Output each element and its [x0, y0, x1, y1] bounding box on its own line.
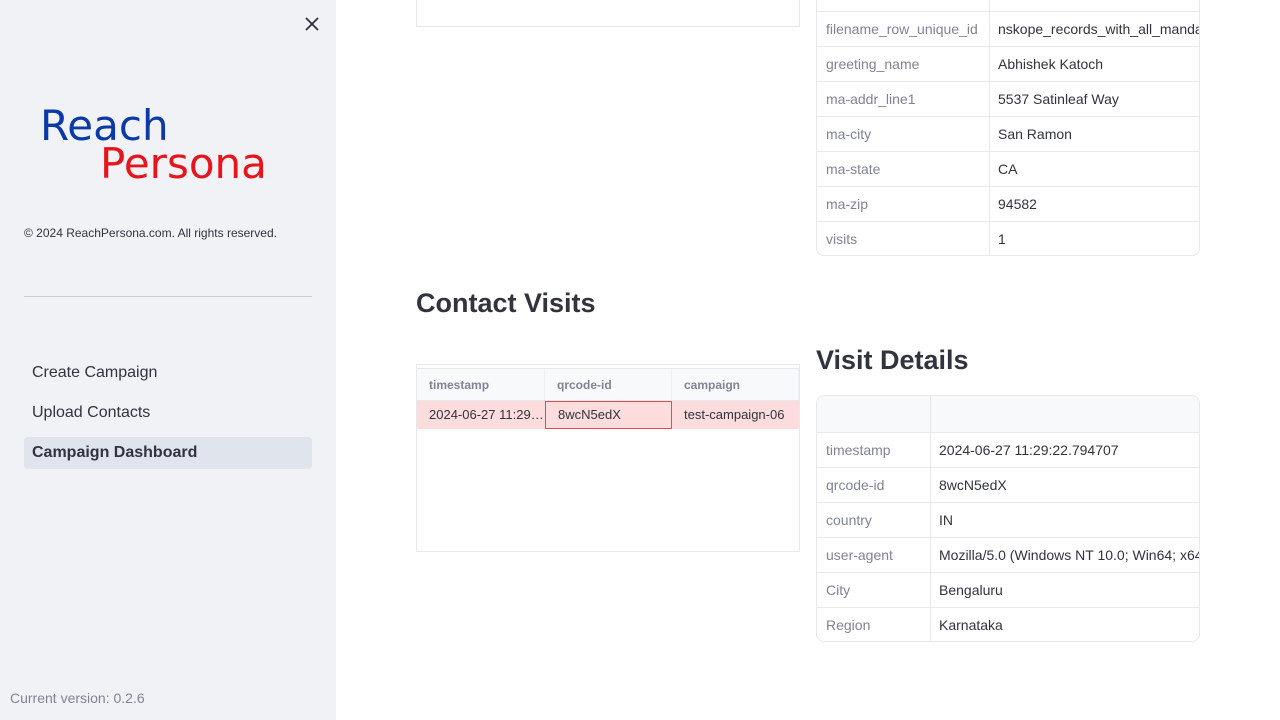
- close-icon: [305, 17, 319, 31]
- visit-details-table: timestamp 2024-06-27 11:29:22.794707 qrc…: [816, 395, 1200, 642]
- table-row: ma-state CA: [817, 151, 1199, 186]
- visit-details-heading: Visit Details: [816, 345, 969, 375]
- row-key: qrcode-id: [817, 468, 931, 502]
- logo-persona-text: Persona: [100, 139, 267, 184]
- row-key: visits: [817, 222, 990, 255]
- row-value: 94582: [998, 196, 1037, 212]
- row-key: ma-state: [817, 152, 990, 186]
- row-key: ma-city: [817, 117, 990, 151]
- contact-grid-bottom: [416, 0, 800, 27]
- row-key: City: [817, 573, 931, 607]
- table-row[interactable]: 2024-06-27 11:29:22.794707 8wcN5edX test…: [417, 401, 799, 429]
- row-value: IN: [939, 512, 953, 528]
- grid-header: timestamp qrcode-id campaign: [417, 369, 799, 401]
- row-value: Karnataka: [939, 617, 1003, 633]
- row-value: 2024-06-27 11:29:22.794707: [939, 442, 1119, 458]
- table-row: [817, 0, 1199, 11]
- table-row: ma-city San Ramon: [817, 116, 1199, 151]
- cell-qrcode-id[interactable]: 8wcN5edX: [545, 401, 672, 429]
- row-value: 5537 Satinleaf Way: [998, 91, 1119, 107]
- cell-timestamp[interactable]: 2024-06-27 11:29:22.794707: [417, 401, 545, 429]
- row-key: filename_row_unique_id: [817, 12, 990, 46]
- copyright-text: © 2024 ReachPersona.com. All rights rese…: [24, 226, 277, 240]
- row-key: Region: [817, 608, 931, 641]
- nav-item-campaign-dashboard[interactable]: Campaign Dashboard: [24, 437, 312, 469]
- table-row: greeting_name Abhishek Katoch: [817, 46, 1199, 81]
- row-value: 1: [998, 231, 1006, 247]
- row-key: country: [817, 503, 931, 537]
- column-header-timestamp[interactable]: timestamp: [417, 369, 545, 400]
- row-value: nskope_records_with_all_mandatory: [998, 21, 1199, 37]
- row-value: San Ramon: [998, 126, 1072, 142]
- column-header-campaign[interactable]: campaign: [672, 369, 799, 400]
- reachpersona-logo: Reach Persona: [38, 101, 300, 188]
- row-key: user-agent: [817, 538, 931, 572]
- nav-item-create-campaign[interactable]: Create Campaign: [24, 357, 312, 389]
- contact-visits-grid[interactable]: timestamp qrcode-id campaign 2024-06-27 …: [416, 364, 800, 552]
- sidebar-divider: [24, 296, 312, 297]
- row-key: timestamp: [817, 433, 931, 467]
- row-value: Abhishek Katoch: [998, 56, 1104, 72]
- row-value: 8wcN5edX: [939, 477, 1007, 493]
- row-key: greeting_name: [817, 47, 990, 81]
- close-sidebar-button[interactable]: [300, 12, 324, 36]
- contact-details-table: filename_row_unique_id nskope_records_wi…: [816, 0, 1200, 256]
- row-value: Mozilla/5.0 (Windows NT 10.0; Win64; x64…: [939, 547, 1199, 563]
- row-value: Bengaluru: [939, 582, 1003, 598]
- sidebar: Reach Persona © 2024 ReachPersona.com. A…: [0, 0, 336, 720]
- table-row: visits 1: [817, 221, 1199, 255]
- table-row: City Bengaluru: [817, 572, 1199, 607]
- nav-item-upload-contacts[interactable]: Upload Contacts: [24, 397, 312, 429]
- table-row: user-agent Mozilla/5.0 (Windows NT 10.0;…: [817, 537, 1199, 572]
- table-row: ma-addr_line1 5537 Satinleaf Way: [817, 81, 1199, 116]
- table-row: qrcode-id 8wcN5edX: [817, 467, 1199, 502]
- table-row: country IN: [817, 502, 1199, 537]
- table-header: [817, 396, 1199, 432]
- sidebar-nav: Create Campaign Upload Contacts Campaign…: [24, 357, 312, 477]
- table-row: filename_row_unique_id nskope_records_wi…: [817, 11, 1199, 46]
- row-key: ma-addr_line1: [817, 82, 990, 116]
- contact-visits-heading: Contact Visits: [416, 288, 596, 318]
- cell-campaign[interactable]: test-campaign-06: [672, 401, 799, 429]
- table-row: ma-zip 94582: [817, 186, 1199, 221]
- column-header-qrcode-id[interactable]: qrcode-id: [545, 369, 672, 400]
- version-text: Current version: 0.2.6: [10, 690, 145, 706]
- table-row: timestamp 2024-06-27 11:29:22.794707: [817, 432, 1199, 467]
- main-content: filename_row_unique_id nskope_records_wi…: [336, 0, 1280, 720]
- row-value: CA: [998, 161, 1018, 177]
- table-row: Region Karnataka: [817, 607, 1199, 641]
- row-key: ma-zip: [817, 187, 990, 221]
